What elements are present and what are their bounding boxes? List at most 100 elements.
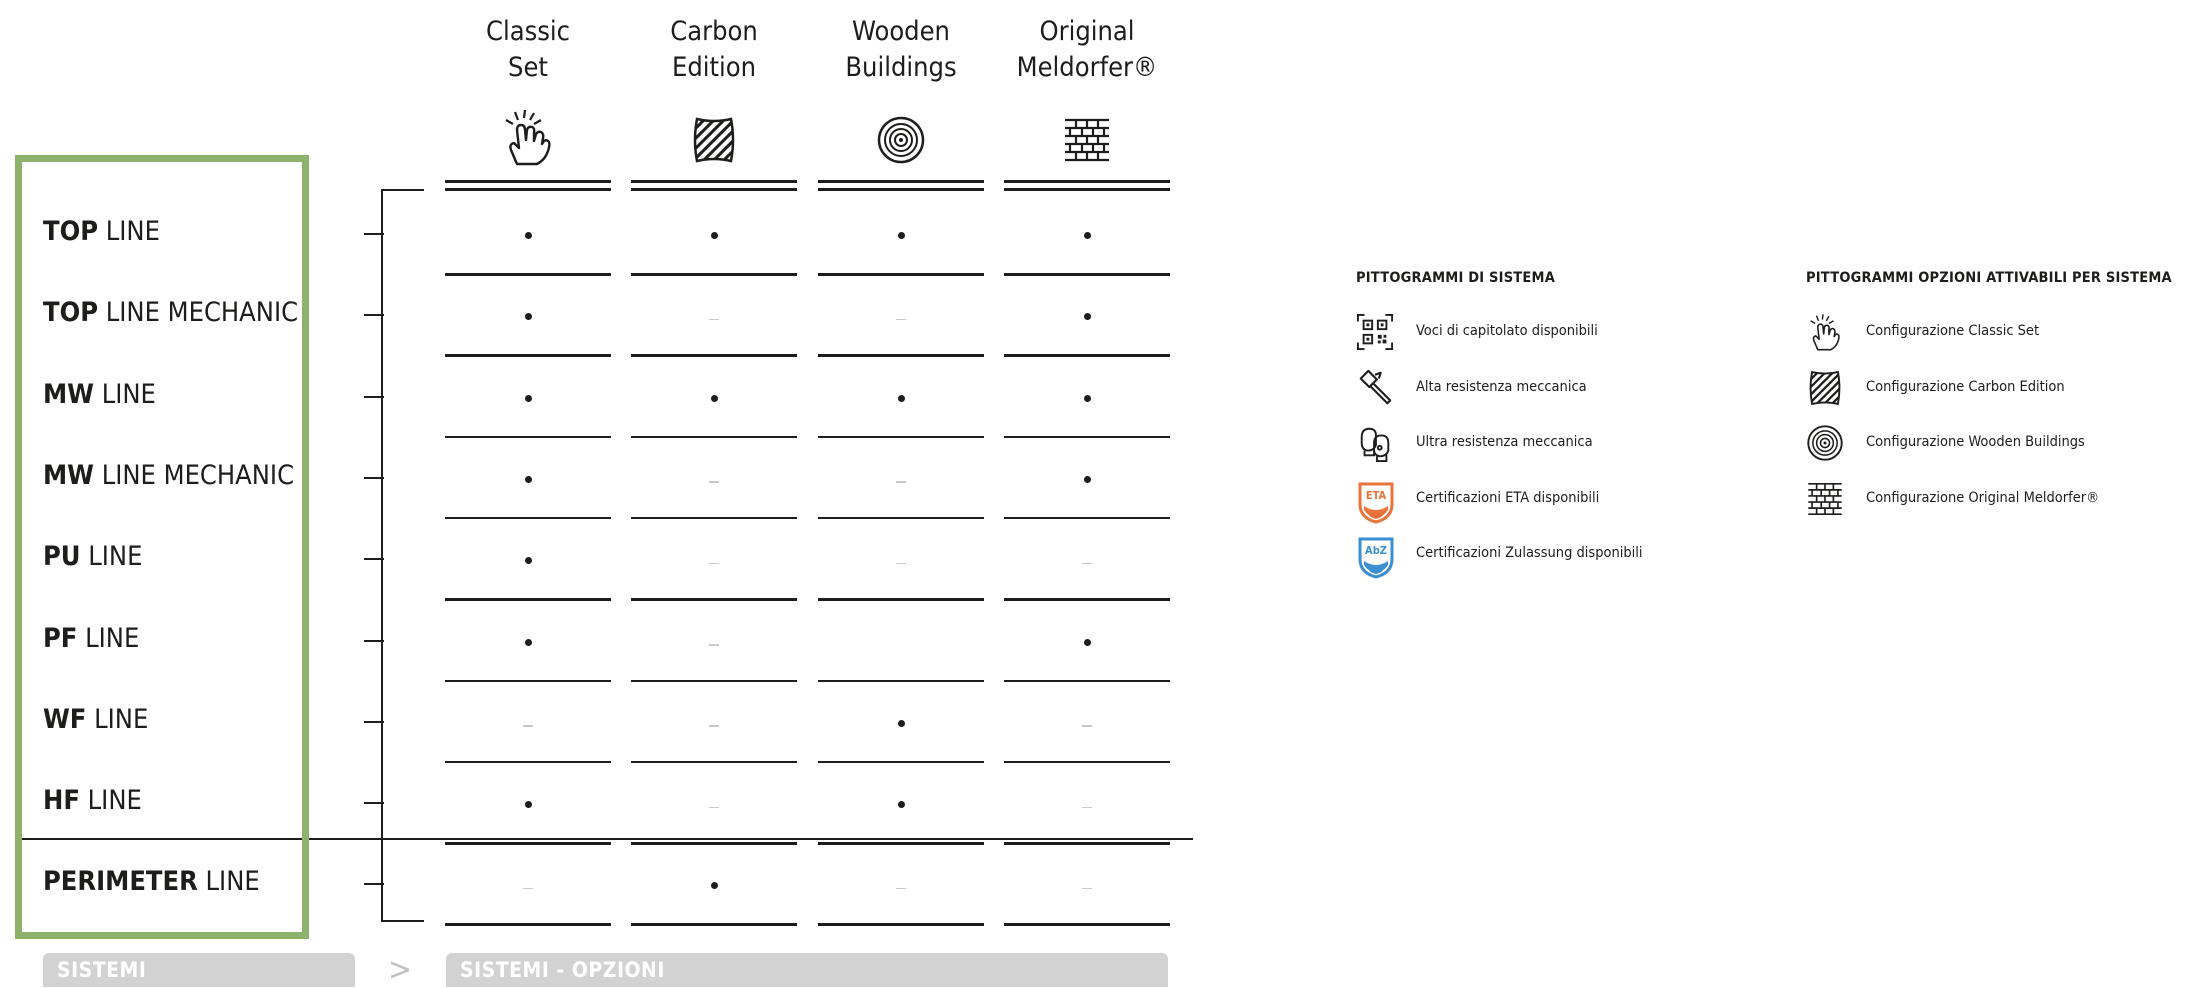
hammer-icon (1356, 369, 1396, 409)
column-header-line: Edition (671, 52, 757, 83)
available-dot (524, 475, 532, 483)
table-cell (881, 468, 921, 488)
unavailable-dash (523, 725, 533, 727)
column-header: Wooden Buildings (816, 14, 986, 86)
legend-item-label: Voci di capitolato disponibili (1416, 323, 1598, 339)
available-dot (1083, 638, 1091, 646)
header-divider (445, 180, 611, 183)
table-cell (694, 549, 734, 569)
unavailable-dash (709, 644, 719, 646)
systems-highlight-box (15, 155, 309, 939)
column-header: Classic Set (443, 14, 613, 86)
eta-badge-icon: ETA (1356, 480, 1396, 524)
qr-code-icon (1356, 313, 1396, 353)
legend-item-label: Configurazione Wooden Buildings (1866, 434, 2085, 450)
available-dot (710, 394, 718, 402)
table-cell (694, 468, 734, 488)
table-cell (1067, 387, 1107, 407)
row-divider (631, 435, 797, 439)
table-cell (694, 712, 734, 732)
table-cell (1067, 224, 1107, 244)
legend-item: Configurazione Carbon Edition (1806, 367, 2190, 411)
available-dot (524, 801, 532, 809)
row-tick (364, 395, 384, 398)
row-divider (445, 842, 611, 845)
column-header-line: Classic (485, 16, 571, 47)
row-tick (364, 233, 384, 235)
row-divider (631, 273, 797, 276)
table-cell (508, 305, 548, 325)
available-dot (1083, 475, 1091, 483)
legend-item: ETA Certificazioni ETA disponibili (1356, 478, 1756, 524)
available-dot (710, 882, 718, 890)
legend-item-label: Configurazione Classic Set (1866, 323, 2040, 339)
available-dot (897, 719, 905, 727)
table-cell (694, 387, 734, 407)
row-divider (445, 516, 611, 520)
row-divider (1004, 842, 1170, 845)
row-divider (818, 679, 984, 682)
table-cell (1067, 712, 1107, 732)
footer-tab-sistemi-opzioni: SISTEMI - OPZIONI (446, 953, 1168, 987)
table-cell (508, 793, 548, 813)
row-divider (445, 273, 611, 276)
row-divider (445, 435, 611, 439)
column-header-line: Carbon (670, 16, 758, 47)
table-cell (694, 631, 734, 651)
row-divider (631, 516, 797, 520)
badge-text: AbZ (1365, 544, 1387, 557)
unavailable-dash (896, 887, 906, 890)
unavailable-dash (709, 725, 719, 727)
row-tick (364, 558, 384, 561)
unavailable-dash (523, 887, 533, 890)
unavailable-dash (709, 318, 719, 321)
header-divider (1004, 188, 1170, 191)
boxing-gloves-icon (1356, 424, 1396, 464)
hand-icon (1806, 313, 1846, 353)
table-cell (508, 549, 548, 569)
legend-system-title: PITTOGRAMMI DI SISTEMA (1356, 270, 1555, 286)
available-dot (1083, 394, 1091, 402)
legend-item: Ultra resistenza meccanica (1356, 422, 1756, 466)
row-divider (818, 273, 984, 276)
legend-item: Voci di capitolato disponibili (1356, 311, 1756, 355)
table-cell (881, 549, 921, 569)
row-divider (1004, 923, 1170, 926)
table-cell (508, 387, 548, 407)
unavailable-dash (1082, 806, 1092, 809)
row-divider (818, 354, 984, 357)
row-divider (818, 516, 984, 520)
column-header-line: Original (1039, 16, 1135, 47)
row-divider (818, 842, 984, 845)
row-divider (445, 354, 611, 357)
table-cell (508, 874, 548, 894)
brick-wall-icon (1062, 115, 1112, 173)
unavailable-dash (1082, 562, 1092, 565)
row-divider (818, 435, 984, 439)
brick-wall-icon (1806, 480, 1846, 520)
table-cell (694, 224, 734, 244)
table-cell (508, 712, 548, 732)
row-tick (364, 883, 384, 886)
column-header: Carbon Edition (629, 14, 799, 86)
carbon-stripes-icon (1806, 369, 1846, 409)
badge-text: ETA (1365, 488, 1387, 502)
row-tick (364, 802, 384, 805)
header-divider (1004, 180, 1170, 183)
available-dot (897, 394, 905, 402)
header-divider (818, 188, 984, 191)
table-cell (881, 793, 921, 813)
table-cell (881, 712, 921, 732)
column-header-line: Wooden (852, 16, 950, 47)
unavailable-dash (896, 481, 906, 483)
column-header: Original Meldorfer® (1002, 14, 1172, 86)
row-divider (818, 760, 984, 764)
carbon-stripes-icon (689, 115, 739, 173)
legend-item-label: Alta resistenza meccanica (1416, 378, 1587, 395)
table-cell (694, 874, 734, 894)
footer-arrow: > (388, 950, 413, 988)
row-divider (1004, 435, 1170, 439)
table-cell (508, 224, 548, 244)
row-divider (1004, 273, 1170, 276)
legend-item: Configurazione Original Meldorfer® (1806, 478, 2190, 522)
